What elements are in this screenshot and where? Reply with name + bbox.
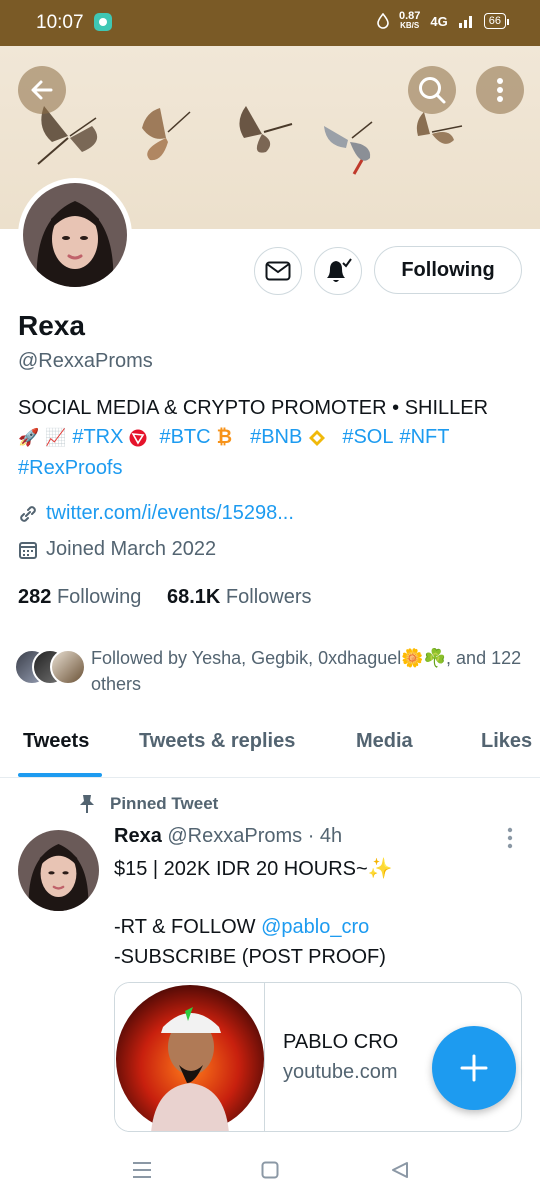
tweet-author-handle[interactable]: @RexxaProms [167,825,302,847]
home-button[interactable] [256,1156,284,1184]
search-icon [419,77,446,104]
bitcoin-logo-icon: ₿ [216,426,233,448]
profile-link[interactable]: twitter.com/i/events/15298... [46,502,294,525]
search-button[interactable] [408,66,456,114]
card-thumbnail-image [116,985,264,1131]
triangle-back-icon [392,1162,408,1178]
tweet-author-avatar[interactable] [18,830,99,911]
hashtag-link[interactable]: #SOL [342,426,393,449]
rocket-icon: 🚀 [18,427,40,447]
profile-handle: @RexxaProms [18,350,153,372]
bio-line: SOCIAL MEDIA & CRYPTO PROMOTER • SHILLER [18,397,489,419]
avatar [50,649,86,685]
calendar-icon [19,541,37,559]
follower-avatars [14,649,88,687]
recent-apps-button[interactable] [128,1156,156,1184]
net-speed: 0.87 KB/S [398,10,421,31]
pin-icon [80,795,94,813]
tweet-header: Rexa @RexxaProms · 4h [114,825,342,848]
link-icon [20,505,36,522]
card-title: PABLO CRO [283,1031,399,1053]
joined-date: Joined March 2022 [46,538,217,560]
avatar-image [18,830,99,911]
tab-tweets[interactable]: Tweets [23,730,89,753]
butterfly-illustration [239,106,293,153]
plus-icon [460,1054,488,1082]
profile-link-row[interactable]: twitter.com/i/events/15298... [18,502,294,525]
back-arrow-icon [31,80,53,100]
compose-tweet-button[interactable] [432,1026,516,1110]
card-domain: youtube.com [283,1061,398,1083]
status-indicators: 0.87 KB/S 4G 66 [377,10,510,31]
chart-up-icon: 📈 [45,427,67,447]
signal-icon [458,16,472,28]
menu-icon [133,1162,151,1178]
profile-avatar[interactable] [18,178,132,292]
back-nav-button[interactable] [386,1156,414,1184]
followed-by-text: Followed by Yesha, Gegbik, 0xdhaguel🌼☘️,… [91,648,522,694]
butterfly-illustration [416,112,463,144]
status-bar: 10:07 0.87 KB/S 4G 66 [0,0,540,46]
tweet-author-name[interactable]: Rexa [114,825,162,847]
bell-subscribed-icon [327,258,352,282]
tweet-more-icon[interactable] [503,826,517,850]
profile-tabs: Tweets Tweets & replies Media Likes [0,722,540,778]
square-icon [261,1161,279,1179]
pinned-label: Pinned Tweet [78,794,218,814]
bio-tags-line: 🚀 📈 #TRX #BTC ₿ #BNB #SOL #NFT [18,426,449,449]
status-time: 10:07 [36,12,84,33]
profile-name: Rexa [18,310,85,341]
battery-indicator: 66 [483,13,510,29]
tab-tweets-replies[interactable]: Tweets & replies [139,730,295,753]
butterfly-illustration [324,121,373,175]
back-button[interactable] [18,66,66,114]
following-count-link[interactable]: 282 Following [18,586,141,608]
tweet-text-line: -SUBSCRIBE (POST PROOF) [114,946,386,968]
bnb-logo-icon [309,429,326,446]
network-type: 4G [430,13,448,29]
tab-media[interactable]: Media [356,730,413,753]
hashtag-link[interactable]: #BNB [250,426,302,449]
tweet-text-line: $15 | 202K IDR 20 HOURS~✨ [114,858,393,880]
data-saver-icon [377,13,389,29]
app-notification-icon [94,13,112,31]
system-navigation-bar [0,1140,540,1200]
followed-by-row[interactable]: Followed by Yesha, Gegbik, 0xdhaguel🌼☘️,… [14,645,524,695]
mention-link[interactable]: @pablo_cro [261,916,369,938]
notifications-button[interactable] [314,247,362,295]
tweet-time: · 4h [307,825,343,847]
tweet-text-line: -RT & FOLLOW @pablo_cro [114,916,370,938]
tab-likes[interactable]: Likes [481,730,532,753]
follow-counts: 282 Following 68.1K Followers [18,586,312,609]
more-vertical-icon [497,78,503,102]
hashtag-link[interactable]: #RexProofs [18,457,123,480]
avatar-image [23,183,127,287]
more-button[interactable] [476,66,524,114]
avatar [23,183,127,287]
hashtag-link[interactable]: #TRX [72,426,123,449]
card-thumbnail [115,983,265,1131]
butterfly-illustration [142,108,191,161]
following-button[interactable]: Following [374,246,522,294]
followers-count-link[interactable]: 68.1K Followers [167,586,312,608]
mail-icon [265,261,291,281]
tron-logo-icon [129,429,147,446]
hashtag-link[interactable]: #BTC [159,426,210,449]
message-button[interactable] [254,247,302,295]
hashtag-link[interactable]: #NFT [399,426,449,449]
joined-row: Joined March 2022 [18,538,216,561]
active-tab-indicator [18,773,102,777]
